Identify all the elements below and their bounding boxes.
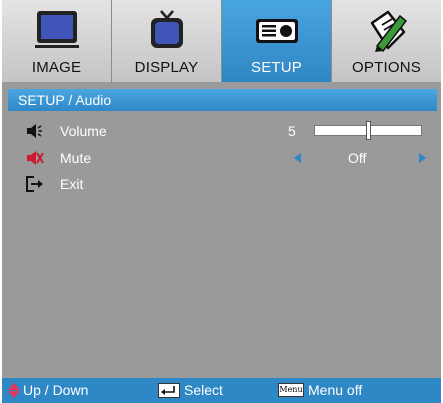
updown-hint-label: Up / Down xyxy=(23,382,89,398)
exit-icon xyxy=(26,176,43,192)
tab-display-label: DISPLAY xyxy=(134,59,199,76)
pencil-paper-icon xyxy=(370,10,407,52)
mute-row[interactable]: Mute Off xyxy=(26,148,435,168)
help-bar: Up / Down Select Menu Menu off xyxy=(2,378,441,403)
speaker-icon xyxy=(27,124,42,138)
up-down-arrow-icon xyxy=(8,383,20,398)
monitor-icon xyxy=(34,11,79,48)
tab-display[interactable]: DISPLAY xyxy=(112,0,222,82)
mute-value: Off xyxy=(348,150,367,166)
tab-bar: IMAGE DISPLAY SETUP OPTIONS xyxy=(2,0,441,82)
tab-image[interactable]: IMAGE xyxy=(2,0,112,82)
volume-label: Volume xyxy=(60,123,107,139)
exit-row[interactable]: Exit xyxy=(26,174,435,194)
enter-key-icon xyxy=(158,383,180,398)
volume-row[interactable]: Volume 5 xyxy=(26,121,435,141)
speaker-mute-icon xyxy=(27,151,44,165)
mute-next-arrow-icon[interactable] xyxy=(419,153,426,163)
tab-image-label: IMAGE xyxy=(31,59,82,76)
tab-options[interactable]: OPTIONS xyxy=(332,0,441,82)
select-hint-label: Select xyxy=(184,382,223,398)
mute-label: Mute xyxy=(60,150,92,166)
menu-title: SETUP / Audio xyxy=(8,89,437,111)
menu-off-hint-label: Menu off xyxy=(308,382,363,398)
tab-setup[interactable]: SETUP xyxy=(222,0,332,82)
tab-setup-label: SETUP xyxy=(250,59,302,76)
projector-icon xyxy=(255,19,298,43)
osd-menu: IMAGE DISPLAY SETUP OPTIONS SETUP / Audi… xyxy=(2,0,441,403)
tv-icon xyxy=(150,10,183,48)
menu-key-icon: Menu xyxy=(278,383,304,397)
mute-prev-arrow-icon[interactable] xyxy=(294,153,301,163)
exit-label: Exit xyxy=(60,176,84,192)
volume-slider[interactable] xyxy=(314,121,422,140)
tab-options-label: OPTIONS xyxy=(352,59,421,76)
volume-value: 5 xyxy=(288,123,296,139)
volume-slider-thumb[interactable] xyxy=(366,121,371,140)
